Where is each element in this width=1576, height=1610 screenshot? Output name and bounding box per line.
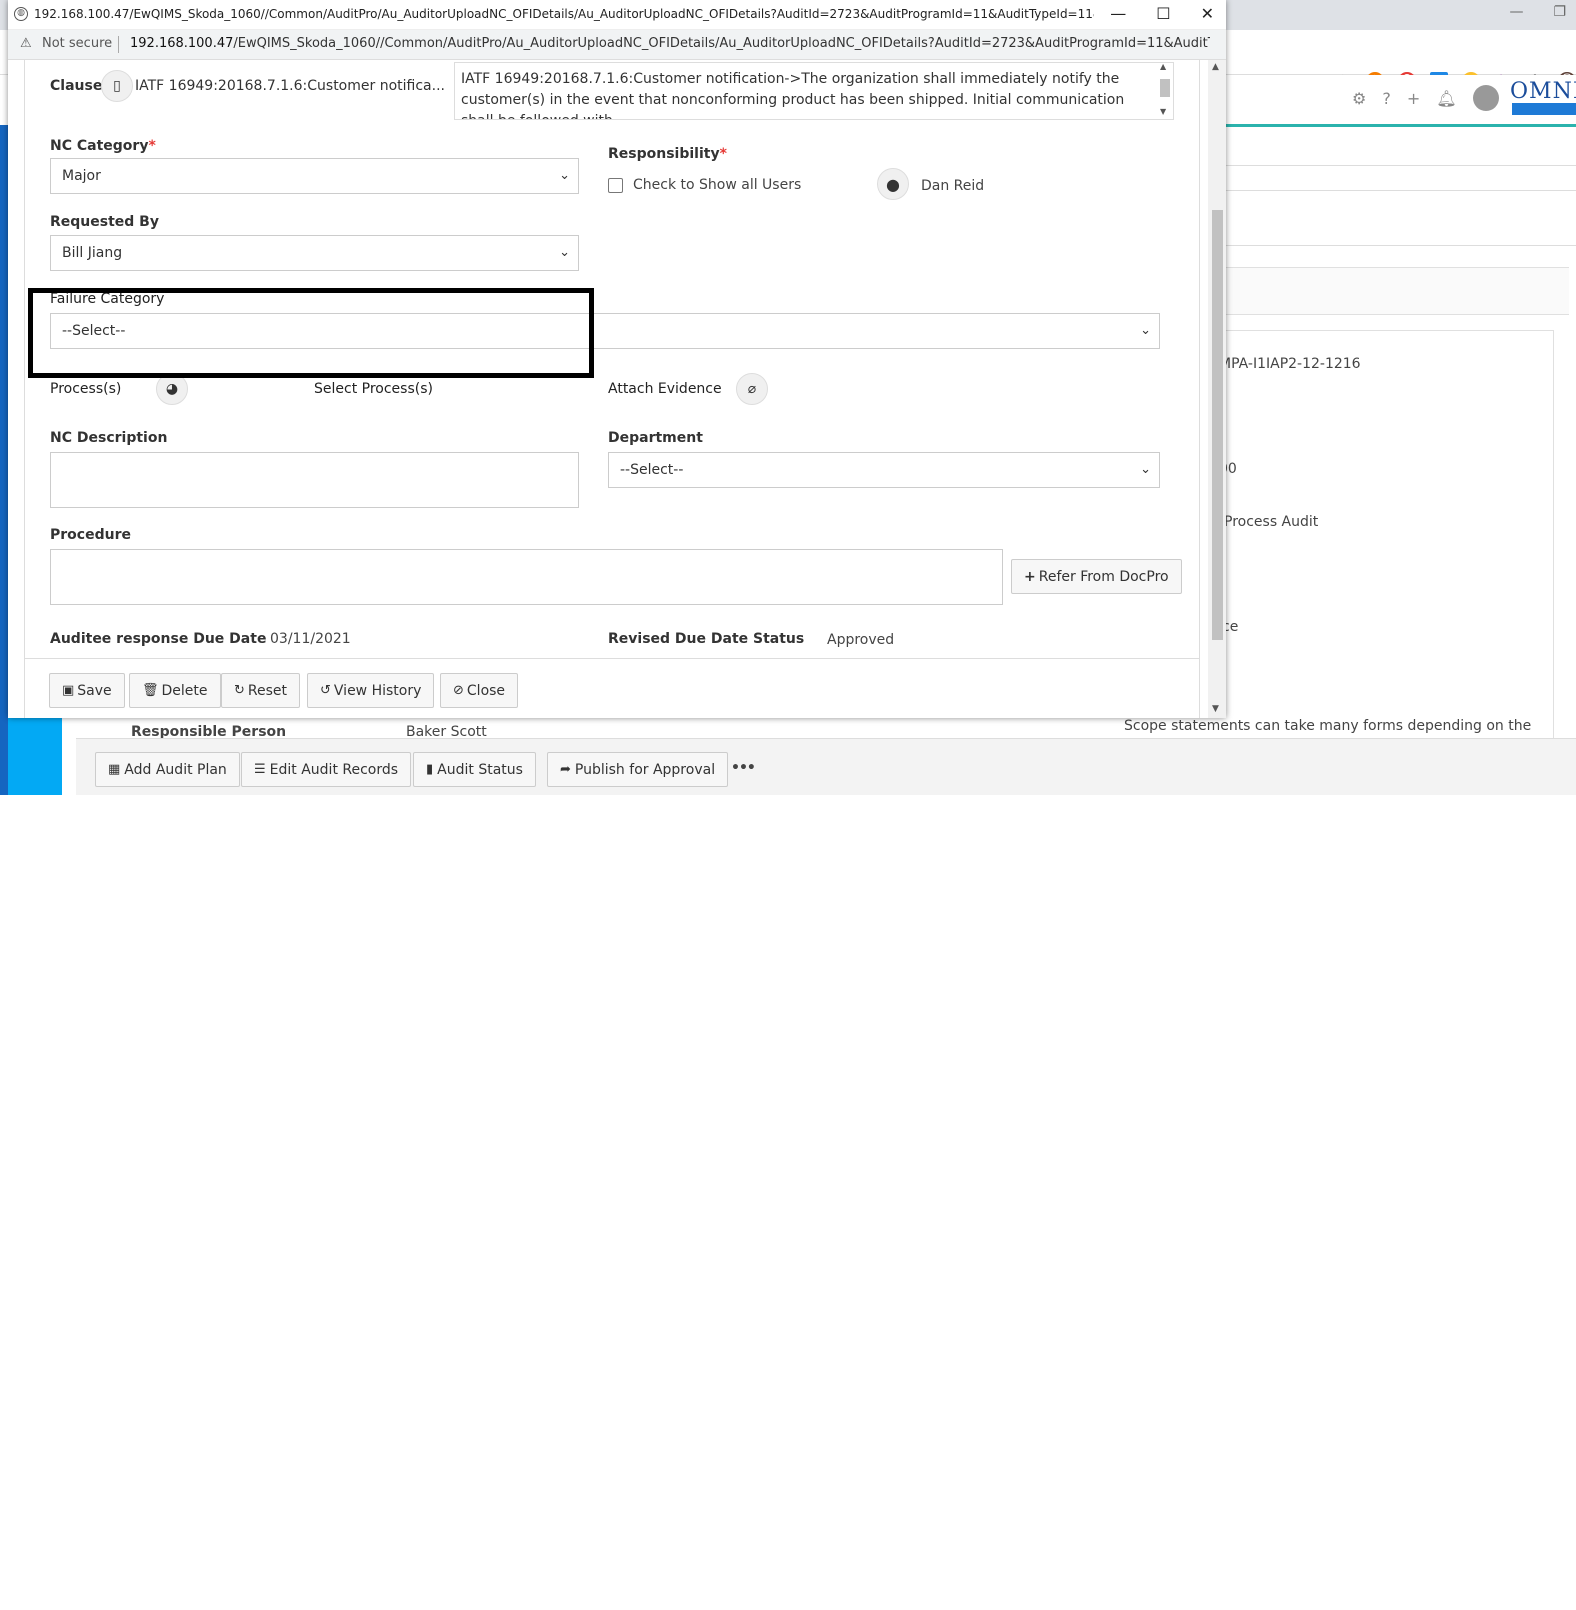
window-controls: — ❐ [1509,4,1566,20]
calendar-icon: ▦ [108,762,121,777]
revised-status-label: Revised Due Date Status [608,631,805,647]
nc-category-select[interactable]: Major ⌄ [50,158,579,194]
chevron-down-icon: ⌄ [559,168,570,183]
attach-evidence-label: Attach Evidence [608,381,722,397]
header-icons: ⚙ ? + 🔔︎ [1352,85,1499,111]
scope-text: Scope statements can take many forms dep… [1124,718,1532,734]
scroll-down-icon[interactable]: ▼ [1160,107,1166,116]
audit-details-box [1224,330,1554,740]
list-icon: ☰ [254,762,266,777]
divider [1224,245,1576,246]
procedure-input[interactable] [50,549,1003,605]
minimize-icon[interactable]: — [1509,4,1523,20]
not-secure-label[interactable]: Not secure [42,36,112,51]
divider [1224,190,1576,191]
logo-bar [1512,103,1576,115]
scroll-thumb[interactable] [1212,210,1223,640]
due-date-value: 03/11/2021 [270,631,351,647]
share-icon: ➦ [560,762,571,777]
close-button[interactable]: ⊘ Close [440,673,519,708]
clause-text-area[interactable]: IATF 16949:20168.7.1.6:Customer notifica… [454,62,1174,120]
app-header: ⚙ ? + 🔔︎ OMNE [1224,75,1576,127]
save-button[interactable]: ▣ Save [49,673,125,708]
popup-content: Clause ▯ IATF 16949:20168.7.1.6:Customer… [8,60,1226,718]
plus-icon[interactable]: + [1407,89,1420,108]
delete-button[interactable]: 🗑︎ Delete [129,673,221,708]
popup-titlebar: ◍ 192.168.100.47/EwQIMS_Skoda_1060//Comm… [8,0,1226,30]
popup-url[interactable]: 192.168.100.47/EwQIMS_Skoda_1060//Common… [130,36,1210,51]
close-icon[interactable]: ✕ [1201,4,1214,23]
add-audit-plan-button[interactable]: ▦ Add Audit Plan [95,752,240,787]
divider [1224,165,1576,166]
avatar[interactable] [1472,85,1499,111]
maximize-icon[interactable]: ☐ [1156,4,1170,23]
divider [118,36,119,53]
audit-status-button[interactable]: ▮ Audit Status [413,752,536,787]
audit-type: Process Audit [1224,514,1319,530]
nc-description-label: NC Description [50,430,168,446]
warning-icon: ⚠ [20,36,32,51]
refresh-icon: ↻ [234,683,245,698]
chevron-down-icon: ⌄ [559,245,570,260]
responsible-user: Dan Reid [921,178,985,194]
signal-bars-icon: ▮ [426,762,434,777]
show-all-users-checkbox[interactable] [608,178,623,193]
chevron-down-icon: ⌄ [1140,323,1151,338]
scroll-thumb[interactable] [1160,79,1170,97]
more-options-icon[interactable]: ••• [731,760,756,776]
user-icon[interactable]: ● [877,168,909,200]
select-processes-label[interactable]: Select Process(s) [314,381,433,397]
due-date-label: Auditee response Due Date [50,631,267,647]
clause-scrollbar[interactable]: ▲ ▼ [1159,63,1171,117]
globe-icon: ◍ [14,7,28,21]
paperclip-icon[interactable]: ⌀ [736,373,768,405]
requested-by-label: Requested By [50,214,159,230]
procedure-label: Procedure [50,527,131,543]
show-all-users-label: Check to Show all Users [633,177,802,193]
nc-description-input[interactable] [50,452,579,508]
minimize-icon[interactable]: — [1110,4,1126,23]
revised-status-value: Approved [827,632,895,648]
chevron-down-icon: ⌄ [1140,462,1151,477]
scroll-down-icon[interactable]: ▼ [1212,704,1219,714]
refer-from-docpro-button[interactable]: + Refer From DocPro [1011,559,1182,594]
scroll-up-icon[interactable]: ▲ [1212,62,1219,72]
nc-category-label: NC Category* [50,138,156,154]
ban-icon: ⊘ [453,683,464,698]
highlight-box [28,288,594,378]
right-panel-header [1224,267,1569,315]
clipboard-icon[interactable]: ▯ [101,70,133,102]
gear-icon[interactable]: ⚙ [1352,89,1366,108]
omne-logo: OMNE [1510,79,1576,104]
floppy-icon: ▣ [62,683,75,698]
view-history-button[interactable]: ↺ View History [307,673,435,708]
bell-icon[interactable]: 🔔︎ [1436,89,1456,108]
restore-icon[interactable]: ❐ [1553,4,1566,20]
audit-ref-code: MPA-I1IAP2-12-1216 [1219,356,1361,372]
scroll-up-icon[interactable]: ▲ [1160,63,1166,71]
clause-value: IATF 16949:20168.7.1.6:Customer notifica… [135,78,445,94]
popup-window-controls: — ☐ ✕ [1110,4,1214,23]
popup-address-bar: ⚠ Not secure 192.168.100.47/EwQIMS_Skoda… [8,30,1226,60]
publish-for-approval-button[interactable]: ➦ Publish for Approval [547,752,729,787]
popup-scrollbar[interactable]: ▲ ▼ [1208,60,1226,718]
edit-audit-records-button[interactable]: ☰ Edit Audit Records [241,752,412,787]
clause-label: Clause [50,78,103,94]
plus-icon: + [1024,568,1036,585]
requested-by-select[interactable]: Bill Jiang ⌄ [50,235,579,271]
popup-button-bar: ▣ Save 🗑︎ Delete ↻ Reset ↺ View History ⊘ Clo… [24,658,1200,718]
reset-button[interactable]: ↻ Reset [221,673,301,708]
trash-icon: 🗑︎ [142,683,159,698]
responsibility-label: Responsibility* [608,146,727,162]
history-icon: ↺ [320,683,331,698]
clause-text: IATF 16949:20168.7.1.6:Customer notifica… [461,71,1125,119]
question-icon[interactable]: ? [1382,89,1391,108]
department-label: Department [608,430,703,446]
processes-label: Process(s) [50,381,122,397]
department-select[interactable]: --Select-- ⌄ [608,452,1160,488]
popup-title: 192.168.100.47/EwQIMS_Skoda_1060//Common… [34,7,1094,21]
